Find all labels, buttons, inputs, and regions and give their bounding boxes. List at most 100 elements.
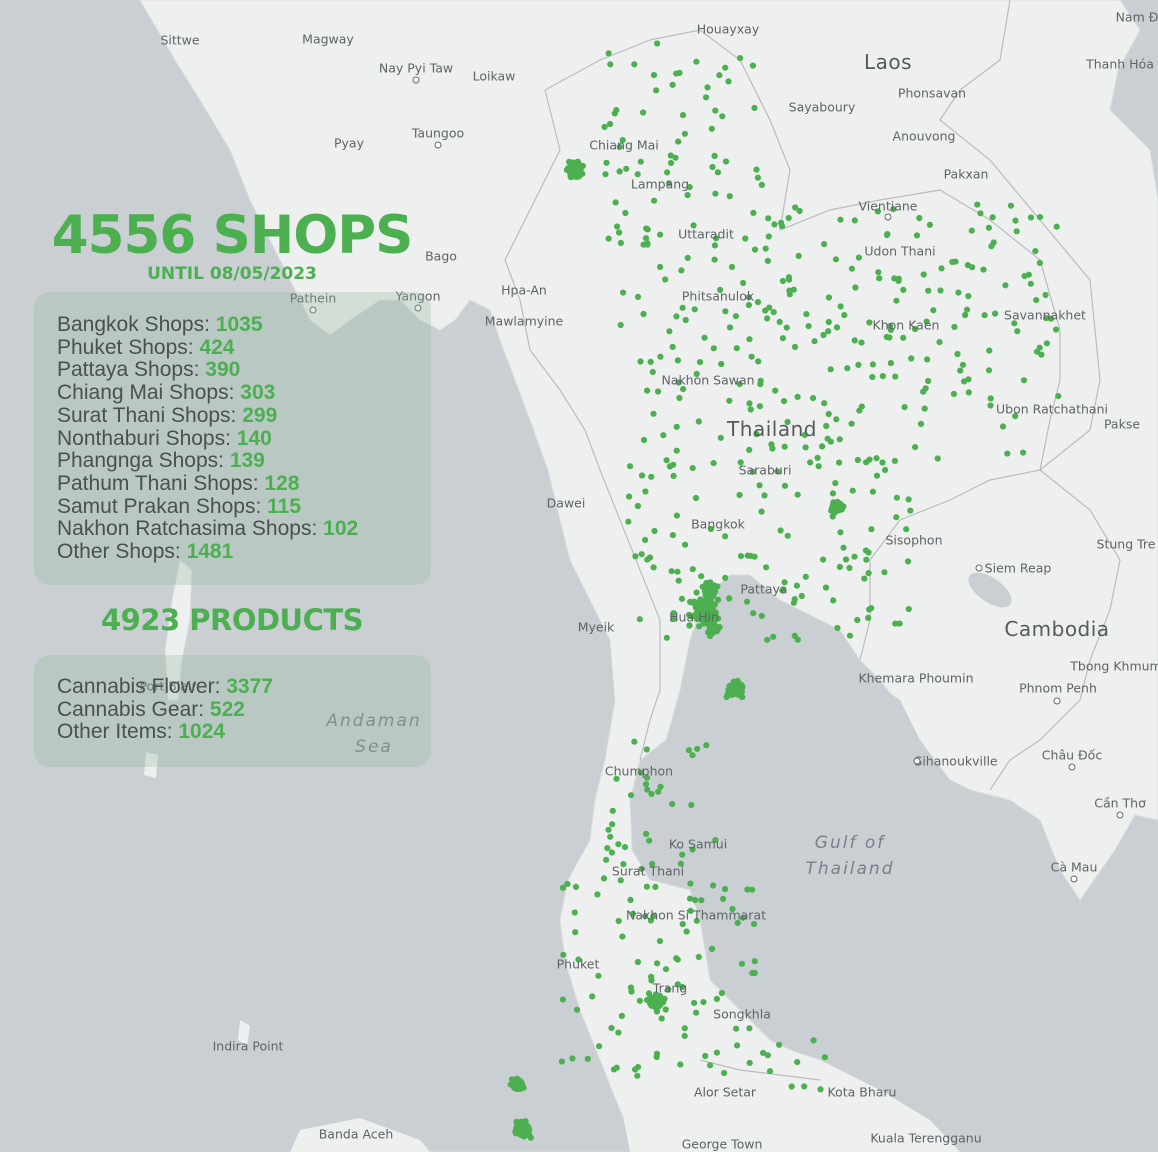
shop-dot bbox=[619, 933, 626, 940]
shop-dot bbox=[678, 267, 685, 274]
shop-dot bbox=[987, 395, 994, 402]
shop-dot bbox=[754, 299, 762, 306]
shop-dot bbox=[702, 1052, 709, 1060]
shop-dot bbox=[879, 459, 886, 466]
shop-dot bbox=[623, 165, 630, 172]
map-label-chiang-mai: Chiang Mai bbox=[589, 137, 659, 153]
shop-dot bbox=[769, 445, 776, 452]
shop-dot bbox=[833, 324, 841, 331]
shop-dot bbox=[950, 390, 958, 397]
shop-dot bbox=[573, 1006, 581, 1013]
shop-dot bbox=[746, 400, 753, 407]
shop-dot bbox=[1020, 377, 1028, 384]
shop-dot bbox=[731, 686, 738, 693]
shop-dot bbox=[937, 287, 944, 294]
shop-dot bbox=[642, 781, 650, 788]
shop-count: 424 bbox=[199, 335, 235, 359]
shop-dot bbox=[764, 257, 772, 264]
shop-dot bbox=[681, 1032, 688, 1039]
shop-dot bbox=[710, 345, 717, 352]
shop-dot bbox=[992, 310, 999, 317]
shop-label: Pattaya Shops: bbox=[57, 358, 206, 382]
map-label-houayxay: Houayxay bbox=[696, 21, 760, 37]
shop-dot bbox=[712, 107, 719, 114]
shop-dot bbox=[869, 373, 876, 381]
map-label-saraburi: Saraburi bbox=[738, 462, 792, 478]
product-row: Cannabis Flower: 3377 bbox=[57, 675, 431, 699]
shop-dot bbox=[875, 269, 882, 276]
map-label-phonsavan: Phonsavan bbox=[897, 85, 967, 101]
shop-dot bbox=[776, 1041, 783, 1048]
shop-dot bbox=[1013, 228, 1020, 235]
shop-dot bbox=[825, 294, 833, 301]
shop-dot bbox=[737, 553, 745, 560]
shop-dot bbox=[876, 275, 883, 282]
map-label-stung-tre: Stung Tre bbox=[1096, 536, 1156, 552]
shop-dot bbox=[558, 1058, 566, 1065]
shop-dot bbox=[846, 564, 853, 572]
shop-dot bbox=[762, 245, 769, 252]
shop-dot bbox=[701, 334, 708, 341]
shop-dot bbox=[650, 410, 657, 417]
shop-dot bbox=[521, 1123, 528, 1130]
shop-dot bbox=[821, 400, 828, 407]
shop-dot bbox=[892, 620, 899, 627]
shop-dot bbox=[589, 993, 596, 1000]
shop-count: 303 bbox=[240, 381, 276, 405]
shop-dot bbox=[637, 158, 644, 165]
map-label-myeik: Myeik bbox=[577, 619, 615, 635]
shop-dot bbox=[651, 197, 658, 204]
shop-dot bbox=[830, 597, 837, 604]
shop-dot bbox=[673, 955, 680, 962]
shop-dot bbox=[714, 583, 721, 590]
shop-dot bbox=[957, 367, 964, 374]
shop-dot bbox=[688, 801, 695, 809]
shop-dot bbox=[770, 309, 777, 316]
map-label-udon-thani: Udon Thani bbox=[864, 243, 936, 259]
city-marker bbox=[1116, 811, 1124, 819]
shop-dot bbox=[837, 216, 844, 223]
shop-dot bbox=[695, 601, 702, 608]
shop-dot bbox=[640, 436, 648, 444]
shop-dot bbox=[936, 339, 943, 346]
shop-dot bbox=[621, 844, 629, 851]
city-marker bbox=[884, 213, 892, 221]
shop-dot bbox=[525, 1132, 532, 1139]
shop-dot bbox=[861, 575, 868, 582]
shop-dot bbox=[722, 533, 729, 540]
shop-dot bbox=[631, 738, 638, 745]
shop-dot bbox=[989, 214, 996, 221]
map-label-c-mau: Cà Mau bbox=[1050, 859, 1098, 875]
shop-dot bbox=[985, 224, 993, 231]
shop-dot bbox=[764, 1052, 772, 1059]
shop-row: Nonthaburi Shops: 140 bbox=[57, 427, 431, 451]
shop-dot bbox=[664, 169, 671, 176]
shop-dot bbox=[781, 443, 788, 450]
shop-dot bbox=[683, 928, 690, 935]
shop-dot bbox=[987, 402, 994, 409]
shop-dot bbox=[627, 463, 634, 470]
shop-dot bbox=[571, 909, 578, 916]
shop-dot bbox=[854, 616, 861, 624]
shop-dot bbox=[605, 50, 612, 57]
shop-dot bbox=[632, 553, 639, 560]
shop-dot bbox=[733, 345, 740, 352]
shop-dot bbox=[1025, 271, 1032, 278]
shop-dot bbox=[726, 595, 733, 602]
shop-dot bbox=[771, 221, 778, 228]
map-label-thanh-h-a: Thanh Hóa bbox=[1086, 56, 1154, 72]
shop-dot bbox=[708, 945, 716, 953]
map-label-george-town: George Town bbox=[681, 1136, 763, 1152]
shop-dot bbox=[766, 1068, 774, 1075]
shop-dot bbox=[720, 895, 727, 903]
shop-dot bbox=[1014, 328, 1021, 335]
shop-dot bbox=[763, 564, 770, 571]
shop-dot bbox=[657, 353, 664, 360]
shop-dot bbox=[855, 361, 862, 368]
shop-dot bbox=[858, 339, 865, 346]
shop-dot bbox=[865, 614, 872, 622]
shop-dot bbox=[609, 821, 616, 828]
shop-dot bbox=[851, 217, 858, 224]
shop-dot bbox=[980, 266, 987, 273]
shop-dot bbox=[756, 403, 764, 410]
